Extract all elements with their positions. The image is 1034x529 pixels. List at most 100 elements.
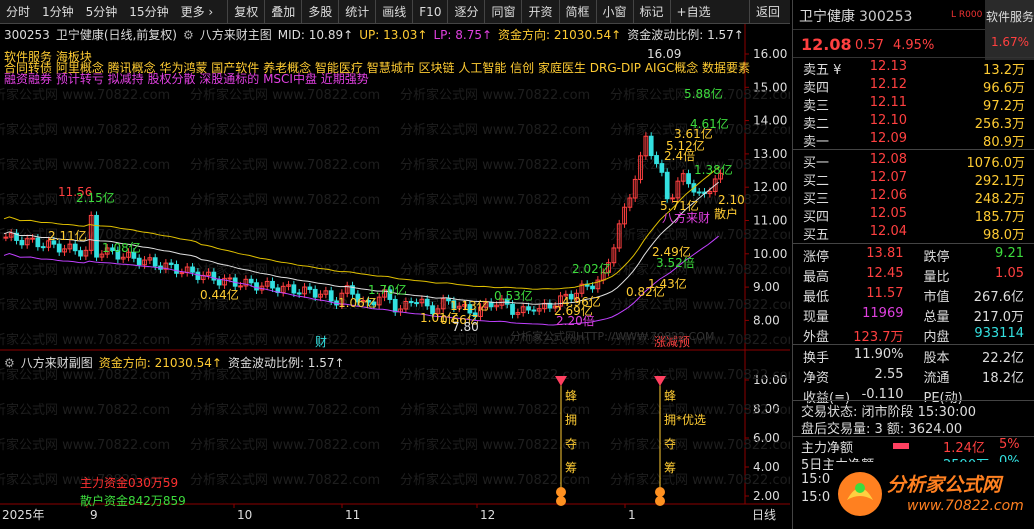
candle-body bbox=[270, 280, 275, 289]
gear-icon-sub[interactable]: ⚙ bbox=[4, 356, 15, 370]
bid-row[interactable]: 买一 12.08 1076.0万 bbox=[793, 151, 1034, 171]
toolbar-item-11[interactable]: 逐分 bbox=[447, 0, 484, 24]
chart-annotation: 2.02亿 bbox=[572, 261, 611, 276]
marker-char: 蜂 bbox=[565, 389, 577, 403]
stat-item: 量比 1.05 bbox=[914, 264, 1034, 285]
bid-price: 12.04 bbox=[869, 224, 907, 239]
last-price: 12.08 bbox=[801, 35, 852, 54]
stat-value: 11.90% bbox=[853, 347, 904, 362]
toolbar-item-14[interactable]: 简框 bbox=[558, 0, 596, 24]
sub-indicator-name[interactable]: 八方来财副图 bbox=[21, 356, 93, 370]
toolbar-item-8[interactable]: 统计 bbox=[338, 0, 375, 24]
lp-value: LP: 8.75↑ bbox=[433, 28, 493, 42]
chart-area[interactable]: 16.00 15.00 14.00 13.00 12.00 11.00 10.00 9.00 8… bbox=[0, 24, 790, 529]
chart-annotation: 财 bbox=[315, 335, 327, 349]
y-tick-label: 11.00 bbox=[753, 214, 787, 228]
chart-annotation: 1.08亿 bbox=[102, 240, 141, 255]
order-book: 卖五 ¥12.13 13.2万 卖四 12.12 96.6万 卖三 12.11 97.2万 卖二… bbox=[793, 58, 1034, 243]
x-axis-label: 10 bbox=[237, 508, 252, 522]
candle-body bbox=[40, 246, 46, 249]
mid-value: MID: 10.89↑ bbox=[277, 28, 354, 42]
price-change: 0.57 bbox=[855, 38, 884, 53]
watermark: 分析家公式网 www.70822.com bbox=[0, 122, 170, 138]
toolbar-item-18[interactable]: 返回 bbox=[748, 0, 790, 24]
fund-wave: 资金波动比例: 1.57↑ bbox=[627, 28, 744, 42]
stat-value: 12.45 bbox=[866, 266, 904, 281]
logo-text: 分析家公式网 bbox=[887, 474, 1002, 496]
toolbar-item-5[interactable]: 复权 bbox=[227, 0, 264, 24]
sector-name: 软件服务 bbox=[985, 10, 1034, 24]
candle-body bbox=[291, 284, 297, 294]
stat-value: 9.21 bbox=[995, 246, 1024, 261]
watermark: 分析家公式网 www.70822.com bbox=[190, 262, 380, 278]
toolbar-item-4[interactable]: 更多 › bbox=[175, 0, 220, 24]
watermark: 分析家公式网 www.70822.com bbox=[400, 227, 590, 243]
toolbar-item-15[interactable]: 小窗 bbox=[595, 0, 633, 24]
watermark: 分析家公式网 www.70822.com bbox=[0, 157, 170, 173]
toolbar-item-12[interactable]: 同窗 bbox=[484, 0, 521, 24]
stat-label: 最高 bbox=[803, 270, 830, 285]
bid-price: 12.06 bbox=[869, 188, 907, 203]
watermark: 分析家公式网 www.70822.com bbox=[0, 402, 170, 418]
toolbar-item-16[interactable]: 标记 bbox=[632, 0, 670, 24]
bid-row[interactable]: 买五 12.04 98.0万 bbox=[793, 223, 1034, 243]
toolbar-item-6[interactable]: 叠加 bbox=[264, 0, 301, 24]
chart-annotation: 1.06亿 bbox=[338, 295, 377, 310]
toolbar-item-0[interactable]: 分时 bbox=[0, 0, 36, 24]
toolbar-item-9[interactable]: 画线 bbox=[375, 0, 412, 24]
candle-body bbox=[248, 278, 254, 284]
candle-body bbox=[94, 214, 99, 258]
toolbar-item-10[interactable]: F10 bbox=[412, 0, 447, 24]
toolbar-item-3[interactable]: 15分钟 bbox=[123, 0, 174, 24]
bid-row[interactable]: 买三 12.06 248.2万 bbox=[793, 187, 1034, 207]
main-net-bar bbox=[893, 443, 909, 449]
watermark: 分析家公式网 www.70822.com bbox=[190, 192, 380, 208]
stock-code: 300253 bbox=[4, 28, 50, 42]
toolbar-item-1[interactable]: 1分钟 bbox=[36, 0, 80, 24]
watermark: 分析家公式网 www.70822.com bbox=[610, 262, 790, 278]
stat-label: 量比 bbox=[923, 270, 950, 285]
sub-y-tick-label: 4.00 bbox=[753, 460, 780, 474]
toolbar-item-7[interactable]: 多股 bbox=[301, 0, 338, 24]
indicator-name[interactable]: 八方来财主图 bbox=[200, 28, 272, 42]
candle-body bbox=[78, 250, 83, 257]
gear-icon[interactable]: ⚙ bbox=[183, 28, 194, 42]
ask-row[interactable]: 卖二 12.10 256.3万 bbox=[793, 112, 1034, 132]
stat-item: 最高 12.45 bbox=[793, 264, 914, 285]
watermark: 分析家公式网 www.70822.com bbox=[400, 402, 590, 418]
quote-panel: 卫宁健康 300253 L R000 软件服务 1.67% 12.08 0.57 … bbox=[792, 0, 1034, 529]
ask-row[interactable]: 卖四 12.12 96.6万 bbox=[793, 76, 1034, 96]
ask-row[interactable]: 卖三 12.11 97.2万 bbox=[793, 94, 1034, 114]
toolbar-item-2[interactable]: 5分钟 bbox=[80, 0, 124, 24]
after-hours-volume: 盘后交易量: 3 额: 3624.00 bbox=[801, 422, 963, 437]
candle-body bbox=[312, 288, 318, 298]
ask-row[interactable]: 卖一 12.09 80.9万 bbox=[793, 130, 1034, 150]
watermark: 分析家公式网 www.70822.com bbox=[0, 437, 170, 453]
candle-body bbox=[664, 171, 670, 200]
toolbar-item-17[interactable]: +自选 bbox=[669, 0, 717, 24]
candle-body bbox=[227, 277, 233, 280]
watermark: 分析家公式网 www.70822.com bbox=[400, 192, 590, 208]
kline-chart[interactable]: 16.0015.0014.0013.0012.0011.0010.009.008… bbox=[0, 24, 790, 529]
bid-row[interactable]: 买二 12.07 292.1万 bbox=[793, 169, 1034, 189]
stat-label: 总量 bbox=[923, 310, 950, 325]
chart-annotation: 3.52倍 bbox=[656, 255, 695, 270]
ask-price: 12.09 bbox=[869, 131, 907, 146]
candle-body bbox=[190, 266, 195, 273]
ask-row[interactable]: 卖五 ¥12.13 13.2万 bbox=[793, 58, 1034, 78]
marker-char: 筹 bbox=[565, 461, 577, 475]
stats-grid-1: 涨停 13.81 跌停 9.21 最高 12.45 量比 1.05 最低 11.57 市值 267.6… bbox=[793, 243, 1034, 345]
chart-annotation: 2.15亿 bbox=[76, 190, 115, 205]
candle-body bbox=[424, 298, 430, 307]
bid-row[interactable]: 买四 12.05 185.7万 bbox=[793, 205, 1034, 225]
stat-value: 2.55 bbox=[874, 367, 904, 382]
candle-body bbox=[392, 298, 398, 313]
chart-annotation: 2.20倍 bbox=[556, 313, 595, 328]
y-tick-label: 10.00 bbox=[753, 247, 787, 261]
ask-vol: 80.9万 bbox=[983, 135, 1025, 150]
stat-label: 跌停 bbox=[923, 250, 950, 265]
candle-body bbox=[590, 285, 595, 290]
watermark-url: 分析家公式网HTTP://WWW.70822.COM bbox=[510, 329, 714, 343]
toolbar-item-13[interactable]: 开资 bbox=[521, 0, 558, 24]
watermark: 分析家公式网 www.70822.com bbox=[190, 87, 380, 103]
